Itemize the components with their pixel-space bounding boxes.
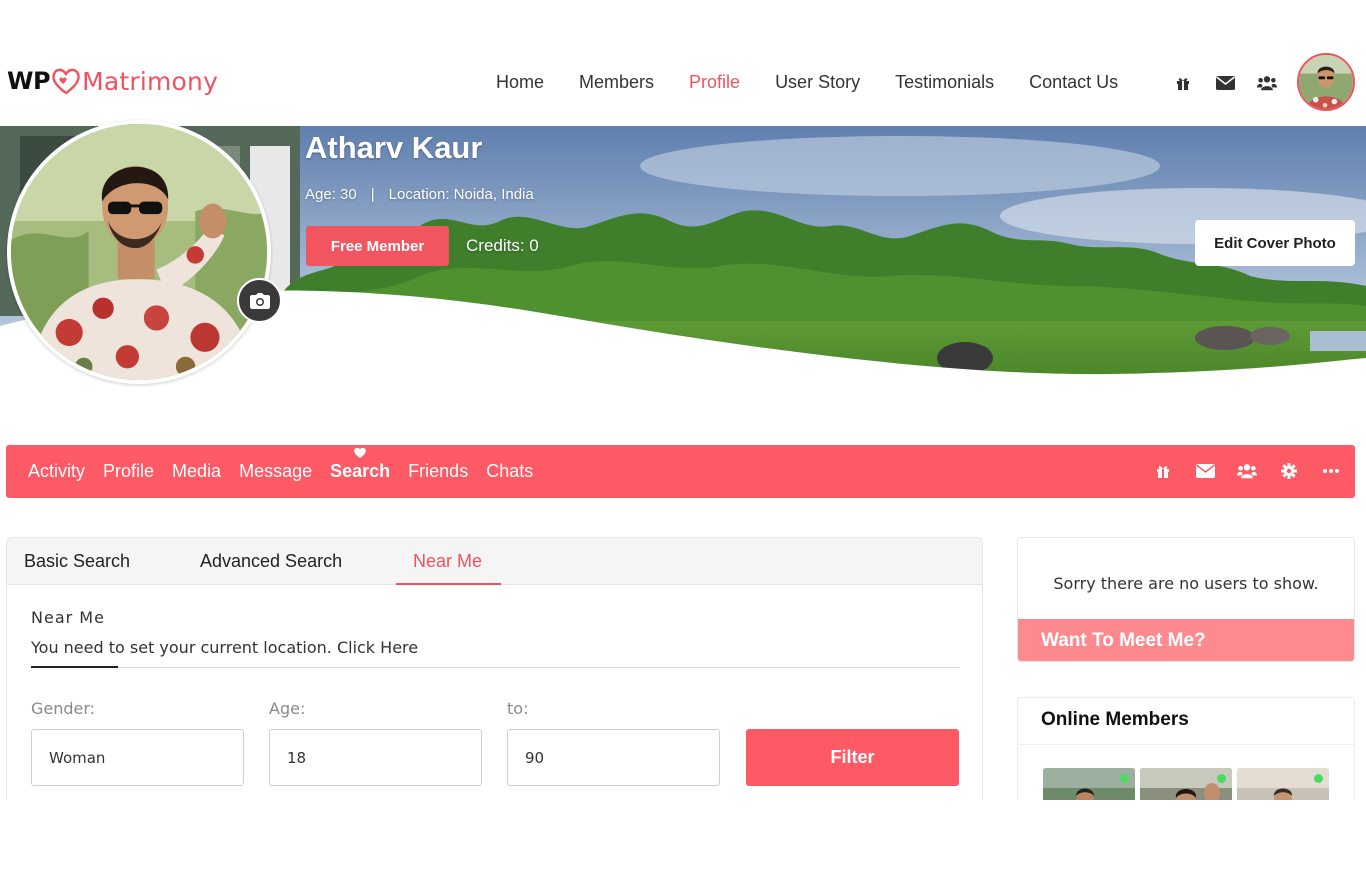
set-location-link[interactable]: You need to set your current location. C…	[31, 638, 418, 657]
online-status-dot	[1314, 774, 1323, 783]
tab-basic-search[interactable]: Basic Search	[24, 551, 130, 572]
profile-bar-icons	[1153, 461, 1341, 481]
nav-home[interactable]: Home	[496, 72, 544, 93]
logo-heart-icon	[52, 68, 80, 95]
page-bottom	[0, 800, 1366, 892]
main-nav: Home Members Profile User Story Testimon…	[496, 72, 1153, 93]
header-icons	[1173, 74, 1277, 92]
profile-meta: Age: 30 | Location: Noida, India	[305, 186, 534, 203]
tab-chats[interactable]: Chats	[486, 461, 533, 482]
divider-accent	[31, 666, 118, 668]
edit-cover-photo-button[interactable]: Edit Cover Photo	[1195, 220, 1355, 266]
profile-avatar[interactable]	[7, 120, 271, 384]
meet-me-card: Sorry there are no users to show. Want T…	[1017, 537, 1355, 662]
gender-label: Gender:	[31, 699, 96, 718]
tab-friends[interactable]: Friends	[408, 461, 468, 482]
users-icon[interactable]	[1237, 461, 1257, 481]
tab-message[interactable]: Message	[239, 461, 312, 482]
profile-tabs: Activity Profile Media Message Search Fr…	[28, 447, 551, 482]
tab-profile[interactable]: Profile	[103, 461, 154, 482]
search-panel: Basic Search Advanced Search Near Me Nea…	[6, 537, 983, 802]
filter-button[interactable]: Filter	[746, 729, 959, 786]
tab-activity[interactable]: Activity	[28, 461, 85, 482]
profile-nav-bar: Activity Profile Media Message Search Fr…	[6, 445, 1355, 498]
tab-search[interactable]: Search	[330, 447, 391, 482]
envelope-icon[interactable]	[1215, 74, 1235, 92]
profile-location: Location: Noida, India	[388, 186, 534, 203]
meta-separator: |	[370, 186, 375, 203]
online-status-dot	[1217, 774, 1226, 783]
credits-text: Credits: 0	[466, 236, 539, 255]
tab-near-me[interactable]: Near Me	[413, 551, 482, 572]
envelope-icon[interactable]	[1195, 461, 1215, 481]
divider	[31, 667, 960, 668]
active-heart-icon	[354, 447, 366, 458]
nav-profile[interactable]: Profile	[689, 72, 740, 93]
online-members-title: Online Members	[1041, 709, 1189, 730]
membership-badge-button[interactable]: Free Member	[306, 226, 449, 266]
gender-select[interactable]: Woman	[31, 729, 244, 786]
want-to-meet-header: Want To Meet Me?	[1018, 619, 1354, 661]
gift-icon[interactable]	[1173, 74, 1193, 92]
nav-members[interactable]: Members	[579, 72, 654, 93]
age-label: Age:	[269, 699, 306, 718]
header-avatar[interactable]	[1297, 53, 1355, 111]
users-icon[interactable]	[1257, 74, 1277, 92]
search-tabs: Basic Search Advanced Search Near Me	[7, 538, 982, 585]
site-logo[interactable]: WP Matrimony	[7, 56, 218, 106]
divider	[1018, 744, 1354, 745]
profile-name: Atharv Kaur	[305, 130, 483, 165]
nav-user-story[interactable]: User Story	[775, 72, 860, 93]
tab-search-label: Search	[330, 461, 391, 481]
age-from-input[interactable]: 18	[269, 729, 482, 786]
nav-testimonials[interactable]: Testimonials	[895, 72, 994, 93]
active-tab-underline	[396, 583, 501, 585]
online-status-dot	[1120, 774, 1129, 783]
near-me-title: Near Me	[31, 608, 105, 627]
tab-advanced-search[interactable]: Advanced Search	[200, 551, 342, 572]
logo-name: Matrimony	[82, 66, 219, 96]
gear-icon[interactable]	[1279, 461, 1299, 481]
change-photo-camera-icon[interactable]	[237, 278, 282, 323]
nav-contact-us[interactable]: Contact Us	[1029, 72, 1118, 93]
profile-age: Age: 30	[305, 186, 357, 203]
site-header: WP Matrimony Home Members Profile User S…	[0, 40, 1366, 126]
tab-media[interactable]: Media	[172, 461, 221, 482]
more-icon[interactable]	[1321, 461, 1341, 481]
gift-icon[interactable]	[1153, 461, 1173, 481]
logo-prefix: WP	[7, 67, 51, 95]
online-members-card: Online Members	[1017, 697, 1355, 807]
age-to-label: to:	[507, 699, 529, 718]
age-to-input[interactable]: 90	[507, 729, 720, 786]
no-users-message: Sorry there are no users to show.	[1053, 574, 1319, 593]
